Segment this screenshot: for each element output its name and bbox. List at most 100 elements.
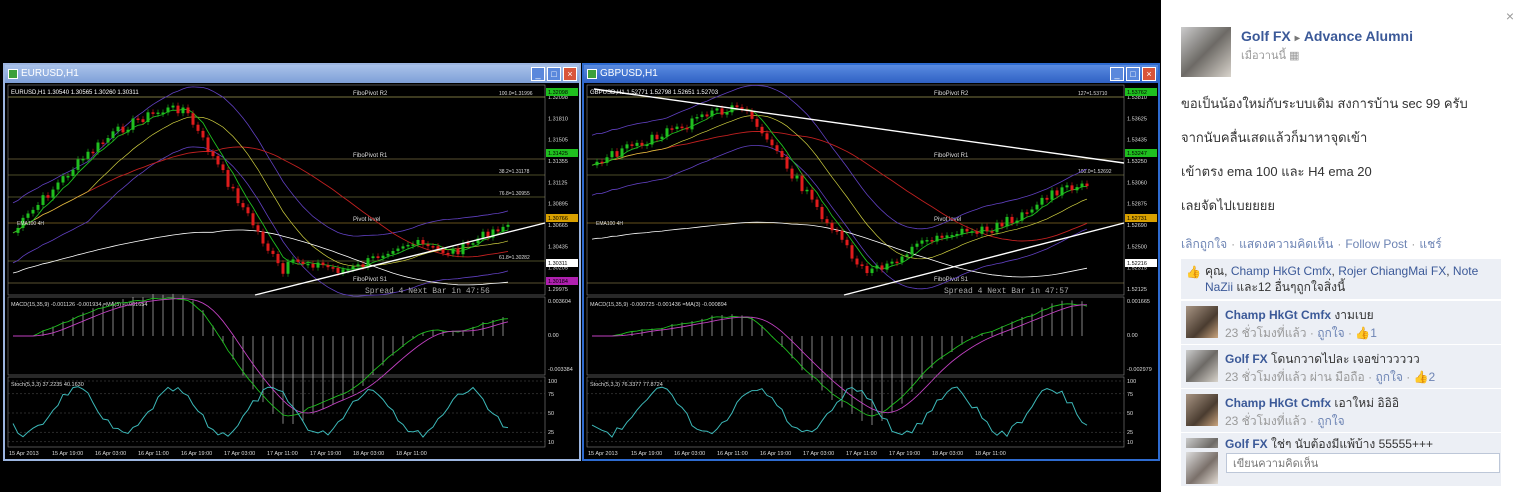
candle — [710, 110, 714, 117]
comment-like-count[interactable]: 1 — [1370, 326, 1377, 340]
commenter-name[interactable]: Champ HkGt Cmfx — [1225, 396, 1331, 410]
liker-link[interactable]: Champ HkGt Cmfx — [1231, 264, 1332, 278]
author-avatar[interactable] — [1181, 27, 1231, 77]
candle — [46, 195, 50, 198]
candle — [920, 240, 924, 244]
comment-like-link[interactable]: ถูกใจ — [1317, 326, 1344, 340]
stoch-tick: 100 — [548, 379, 557, 385]
candle — [1055, 190, 1059, 196]
commenter-avatar[interactable] — [1186, 306, 1218, 338]
candle — [735, 105, 739, 108]
candle — [845, 239, 849, 246]
commenter-avatar[interactable] — [1186, 438, 1218, 448]
commenter-name[interactable]: Golf FX — [1225, 437, 1268, 448]
commenter-avatar[interactable] — [1186, 350, 1218, 382]
pivot-label: FiboPivot R2 — [353, 91, 388, 97]
time-axis-label: 16 Apr 03:00 — [674, 451, 705, 457]
candle — [1050, 190, 1054, 200]
candle — [136, 118, 140, 120]
time-axis-label: 17 Apr 11:00 — [267, 451, 298, 457]
gbpusd-titlebar[interactable]: GBPUSD,H1 _ □ × — [584, 65, 1158, 83]
eurusd-titlebar[interactable]: EURUSD,H1 _ □ × — [5, 65, 579, 83]
commenter-name[interactable]: Champ HkGt Cmfx — [1225, 308, 1331, 322]
candle — [161, 112, 165, 114]
candle — [1035, 204, 1039, 210]
gbpusd-chart-window[interactable]: GBPUSD,H1 _ □ × GBPUSD,H1 1.52771 1.5279… — [582, 63, 1160, 461]
comment-via: ผ่าน มือถือ — [1309, 370, 1365, 384]
candle — [321, 262, 325, 266]
follow-post-link[interactable]: Follow Post — [1345, 237, 1407, 251]
eurusd-chart[interactable]: EURUSD,H1 1.30540 1.30565 1.30260 1.3031… — [5, 83, 579, 459]
candle — [860, 264, 864, 266]
candle — [166, 107, 170, 113]
candle — [990, 231, 994, 233]
time-axis-label: 16 Apr 03:00 — [95, 451, 126, 457]
maximize-button[interactable]: □ — [1126, 67, 1140, 81]
candle — [830, 222, 834, 231]
gbpusd-chart[interactable]: GBPUSD,H1 1.52771 1.52798 1.52651 1.5270… — [584, 83, 1158, 459]
candle — [800, 175, 804, 192]
candle — [995, 222, 999, 233]
candle — [855, 258, 859, 265]
group-link[interactable]: Advance Alumni — [1304, 28, 1413, 44]
candle — [970, 231, 974, 233]
ema-label: EMA100 4H — [596, 221, 623, 227]
candle — [506, 224, 510, 227]
close-icon[interactable]: × — [1506, 8, 1514, 24]
candle — [226, 170, 230, 187]
thumbs-up-icon: 👍 — [1413, 370, 1429, 384]
candle — [1025, 212, 1029, 214]
candle — [1010, 216, 1014, 223]
candle — [1015, 220, 1019, 223]
candle — [885, 263, 889, 270]
candle — [840, 230, 844, 240]
window-title: EURUSD,H1 — [21, 68, 79, 79]
unlike-link[interactable]: เลิกถูกใจ — [1181, 237, 1227, 251]
candle — [670, 128, 674, 130]
candle — [81, 158, 85, 161]
liker-link[interactable]: Rojer ChiangMai FX — [1338, 264, 1446, 278]
candle — [261, 231, 265, 244]
stoch-tick: 50 — [548, 411, 554, 417]
post-time[interactable]: เมื่อวานนี้ ▦ — [1241, 46, 1299, 64]
commenter-avatar[interactable] — [1186, 394, 1218, 426]
candle — [680, 126, 684, 129]
candle — [1000, 222, 1004, 227]
likes-summary: 👍 คุณ, Champ HkGt Cmfx, Rojer ChiangMai … — [1181, 259, 1501, 299]
maximize-button[interactable]: □ — [547, 67, 561, 81]
comment-time[interactable]: 23 ชั่วโมงที่แล้ว — [1225, 414, 1307, 428]
close-button[interactable]: × — [1142, 67, 1156, 81]
price-tick-label: 1.53625 — [1127, 116, 1147, 122]
share-link[interactable]: แชร์ — [1419, 237, 1441, 251]
price-tick-label: 1.53435 — [1127, 138, 1147, 144]
comment-time[interactable]: 23 ชั่วโมงที่แล้ว — [1225, 326, 1307, 340]
comment-like-link[interactable]: ถูกใจ — [1317, 414, 1344, 428]
candle — [111, 131, 115, 139]
time-axis-label: 18 Apr 03:00 — [353, 451, 384, 457]
time-axis-label: 16 Apr 11:00 — [717, 451, 748, 457]
candle — [655, 134, 659, 140]
candle — [935, 235, 939, 242]
author-link[interactable]: Golf FX — [1241, 28, 1291, 44]
time-axis-label: 17 Apr 19:00 — [889, 451, 920, 457]
comment-like-count[interactable]: 2 — [1428, 370, 1435, 384]
candle — [1020, 212, 1024, 221]
spread-label: Spread 4 Next Bar in 47:56 — [365, 287, 490, 296]
minimize-button[interactable]: _ — [1110, 67, 1124, 81]
comment-time[interactable]: 23 ชั่วโมงที่แล้ว — [1225, 370, 1307, 384]
commenter-name[interactable]: Golf FX — [1225, 352, 1268, 366]
price-tick-label: 1.52690 — [1127, 223, 1147, 229]
minimize-button[interactable]: _ — [531, 67, 545, 81]
candle — [630, 144, 634, 146]
candle — [91, 151, 95, 154]
eurusd-chart-window[interactable]: EURUSD,H1 _ □ × EURUSD,H1 1.30540 1.3056… — [3, 63, 581, 461]
close-button[interactable]: × — [563, 67, 577, 81]
chart-icon — [587, 69, 597, 79]
post-line: ขอเป็นน้องใหม่กับระบบเดิม สงการบ้าน sec … — [1181, 96, 1468, 111]
candle — [456, 248, 460, 255]
candle — [31, 209, 35, 214]
comment-like-link[interactable]: ถูกใจ — [1375, 370, 1402, 384]
comment-link[interactable]: แสดงความคิดเห็น — [1239, 237, 1333, 251]
time-axis-label: 15 Apr 19:00 — [52, 451, 83, 457]
comment-input[interactable]: เขียนความคิดเห็น — [1226, 453, 1500, 473]
